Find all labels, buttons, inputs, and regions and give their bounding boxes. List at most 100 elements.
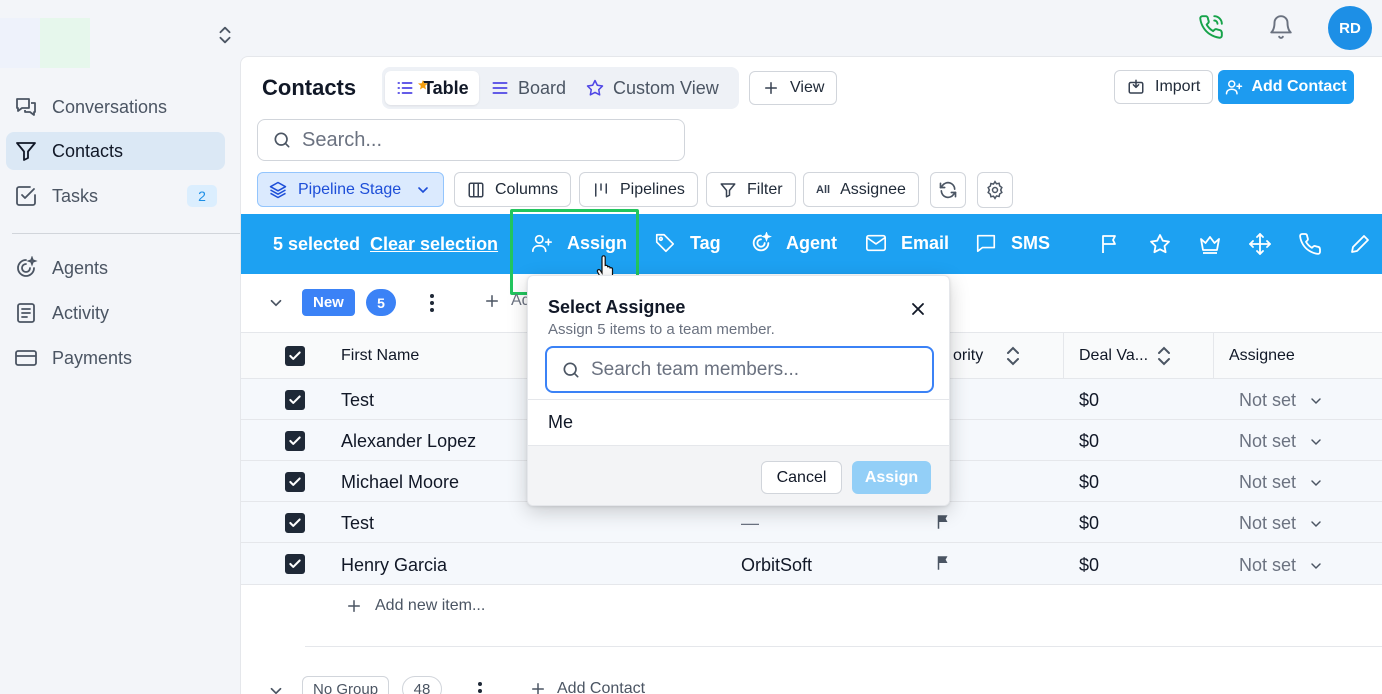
priority-flag-icon[interactable] [934, 513, 952, 531]
sidebar-item-label: Activity [52, 302, 110, 323]
tab-table[interactable]: Table [385, 71, 479, 105]
phone-icon[interactable] [1298, 232, 1322, 256]
sidebar-item-contacts[interactable]: Contacts [6, 132, 225, 170]
star-icon[interactable] [1148, 232, 1172, 256]
add-new-item-button[interactable]: Add new item... [345, 597, 485, 615]
tab-board[interactable]: Board [480, 71, 576, 105]
columns-icon [467, 181, 485, 199]
company-cell: OrbitSoft [741, 555, 813, 575]
plus-icon [529, 680, 547, 694]
plus-icon [483, 292, 501, 310]
chevron-down-icon [1308, 516, 1324, 532]
checkbox-icon [14, 184, 38, 208]
plus-icon [762, 79, 780, 97]
user-avatar[interactable]: RD [1328, 6, 1372, 50]
column-header-priority[interactable]: ority [953, 347, 983, 365]
sidebar-item-agents[interactable]: Agents [6, 249, 225, 287]
pipelines-button[interactable]: Pipelines [579, 172, 698, 207]
refresh-button[interactable] [930, 172, 966, 208]
deal-value-cell: $0 [1079, 472, 1100, 492]
chevron-down-icon[interactable] [267, 682, 285, 694]
add-view-button[interactable]: View [749, 71, 838, 105]
chevron-down-icon [1308, 558, 1324, 574]
tab-custom-view[interactable]: Custom View [575, 71, 729, 105]
sidebar-item-activity[interactable]: Activity [6, 294, 225, 332]
table-list-icon [395, 78, 428, 98]
assignee-option-me[interactable]: Me [528, 400, 949, 445]
pipeline-stage-label: Pipeline Stage [298, 180, 402, 198]
agent-action-label: Agent [786, 232, 837, 253]
columns-button[interactable]: Columns [454, 172, 572, 207]
add-contact-button[interactable]: Add Contact [1218, 70, 1354, 104]
table-row[interactable]: Test — $0 Not set [241, 502, 1382, 543]
assignee-dropdown[interactable]: Not set [1239, 431, 1324, 452]
row-checkbox[interactable] [285, 390, 305, 410]
assignee-dropdown[interactable]: Not set [1239, 555, 1324, 576]
column-header-first-name[interactable]: First Name [341, 347, 419, 365]
sidebar-item-label: Contacts [52, 140, 124, 161]
team-search-input[interactable] [591, 358, 921, 381]
flag-icon[interactable] [1098, 232, 1122, 256]
assignee-dropdown[interactable]: Not set [1239, 390, 1324, 411]
search-input-wrapper[interactable] [257, 119, 685, 161]
add-user-icon [1225, 78, 1243, 96]
phone-call-icon[interactable] [1198, 14, 1224, 40]
select-all-checkbox[interactable] [285, 346, 305, 366]
more-vertical-icon[interactable] [422, 292, 442, 314]
column-header-deal-value[interactable]: Deal Va... [1079, 347, 1148, 365]
priority-flag-icon[interactable] [934, 554, 952, 572]
row-checkbox[interactable] [285, 472, 305, 492]
search-input[interactable] [302, 128, 672, 152]
group-add-button[interactable]: Ad [483, 292, 531, 310]
import-label: Import [1155, 78, 1201, 95]
view-tabs: Table Board Custom View [382, 67, 739, 109]
close-icon[interactable] [908, 299, 928, 319]
star-icon [585, 78, 605, 98]
chevron-down-icon[interactable] [267, 294, 285, 312]
add-new-item-label: Add new item... [375, 597, 486, 614]
row-checkbox[interactable] [285, 513, 305, 533]
no-group-add-contact-button[interactable]: Add Contact [529, 680, 645, 694]
sidebar-item-conversations[interactable]: Conversations [6, 88, 225, 126]
move-icon[interactable] [1248, 232, 1272, 256]
row-checkbox[interactable] [285, 431, 305, 451]
workspace-logo[interactable] [0, 18, 90, 68]
row-checkbox[interactable] [285, 554, 305, 574]
cancel-button[interactable]: Cancel [761, 461, 842, 494]
assignee-value: Not set [1239, 390, 1297, 410]
tag-action[interactable]: Tag [654, 232, 721, 254]
no-group-header: No Group 48 Add Contact [241, 674, 1382, 694]
sms-action-label: SMS [1011, 232, 1051, 253]
import-button[interactable]: Import [1114, 70, 1214, 104]
team-search-wrapper[interactable] [545, 346, 934, 393]
tab-label: Table [423, 77, 469, 98]
sort-icon[interactable] [1156, 345, 1172, 367]
sms-action[interactable]: SMS [975, 232, 1050, 254]
sidebar-item-tasks[interactable]: Tasks 2 [6, 177, 225, 215]
assignee-dropdown[interactable]: Not set [1239, 472, 1324, 493]
assignee-filter-button[interactable]: All Assignee [803, 172, 919, 207]
select-assignee-popover: Select Assignee Assign 5 items to a team… [527, 275, 950, 506]
first-name-cell: Test [341, 390, 375, 410]
pipeline-stage-dropdown[interactable]: Pipeline Stage [257, 172, 444, 207]
sort-icon[interactable] [1005, 345, 1021, 367]
crown-icon[interactable] [1198, 232, 1222, 256]
first-name-cell: Alexander Lopez [341, 431, 477, 451]
table-row[interactable]: Henry Garcia OrbitSoft $0 Not set [241, 543, 1382, 585]
agent-action[interactable]: Agent [750, 232, 837, 254]
filter-button[interactable]: Filter [706, 172, 796, 207]
sidebar-item-payments[interactable]: Payments [6, 339, 225, 377]
clear-selection-link[interactable]: Clear selection [370, 234, 498, 255]
assignee-dropdown[interactable]: Not set [1239, 513, 1324, 534]
workspace-toggle-icon[interactable] [214, 24, 236, 46]
filter-funnel-icon [14, 139, 38, 163]
more-vertical-icon[interactable] [470, 680, 490, 694]
column-header-assignee[interactable]: Assignee [1229, 347, 1295, 365]
settings-button[interactable] [977, 172, 1013, 208]
bell-icon[interactable] [1268, 14, 1294, 40]
pencil-icon[interactable] [1348, 232, 1372, 256]
chevron-down-icon [1308, 434, 1324, 450]
email-action[interactable]: Email [865, 232, 949, 254]
assign-confirm-button[interactable]: Assign [852, 461, 931, 494]
board-icon [490, 78, 510, 98]
